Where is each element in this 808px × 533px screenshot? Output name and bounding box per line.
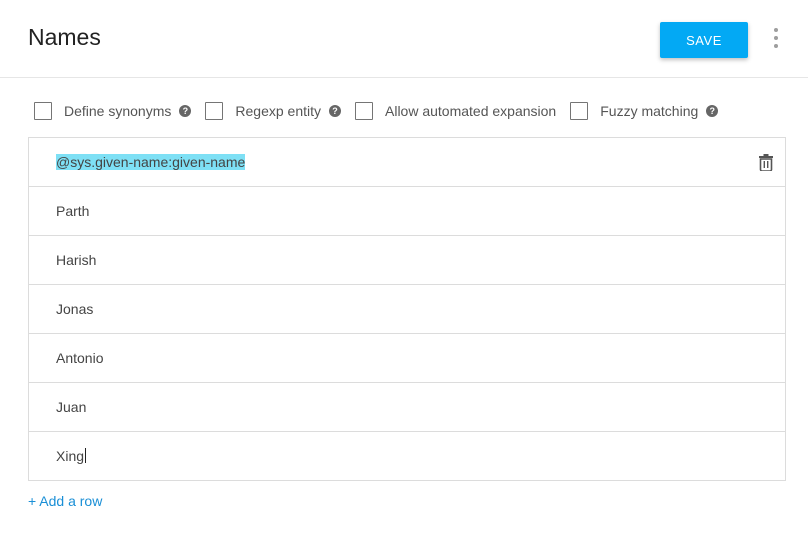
save-button[interactable]: SAVE [660,22,748,58]
entry-cell[interactable]: Antonio [56,349,103,367]
entry-cell[interactable]: Harish [56,251,96,269]
table-row[interactable]: Antonio [29,334,785,383]
table-row[interactable]: Harish [29,236,785,285]
regexp-entity-label: Regexp entity [235,103,321,119]
table-row[interactable]: Parth [29,187,785,236]
option-fuzzy-matching: Fuzzy matching ? [570,102,719,120]
help-icon[interactable]: ? [329,105,341,117]
trash-icon[interactable] [759,154,773,171]
entry-cell[interactable]: Parth [56,202,89,220]
entry-cell[interactable]: @sys.given-name:given-name [56,153,246,171]
header: Names SAVE [0,0,808,78]
entry-cell-active[interactable]: Xing [56,447,87,465]
entry-cell[interactable]: Jonas [56,300,93,318]
table-row[interactable]: @sys.given-name:given-name [29,138,785,187]
allow-automated-expansion-label: Allow automated expansion [385,103,557,119]
more-vert-icon[interactable] [768,28,784,48]
entity-table: @sys.given-name:given-name Parth Harish … [28,137,786,481]
fuzzy-matching-checkbox[interactable] [570,102,589,120]
allow-automated-expansion-checkbox[interactable] [355,102,373,120]
table-row[interactable]: Jonas [29,285,785,334]
entity-editor: Names SAVE Define synonyms ? Regexp enti… [0,0,808,533]
option-define-synonyms: Define synonyms ? [34,102,192,120]
fuzzy-matching-label: Fuzzy matching [600,103,699,119]
entity-options: Define synonyms ? Regexp entity ? Allow … [34,100,732,122]
selected-text[interactable]: @sys.given-name:given-name [56,154,246,170]
option-regexp-entity: Regexp entity ? [205,102,341,120]
regexp-entity-checkbox[interactable] [205,102,224,120]
option-allow-automated-expansion: Allow automated expansion [355,102,556,120]
page-title: Names [28,24,101,50]
help-icon[interactable]: ? [179,105,192,117]
entry-text[interactable]: Xing [56,448,84,464]
text-caret [85,448,87,463]
define-synonyms-checkbox[interactable] [34,102,52,120]
define-synonyms-label: Define synonyms [64,103,172,119]
table-row[interactable]: Juan [29,383,785,432]
table-row[interactable]: Xing [29,432,785,480]
help-icon[interactable]: ? [706,105,719,117]
entry-cell[interactable]: Juan [56,398,86,416]
add-row-link[interactable]: + Add a row [28,493,102,509]
